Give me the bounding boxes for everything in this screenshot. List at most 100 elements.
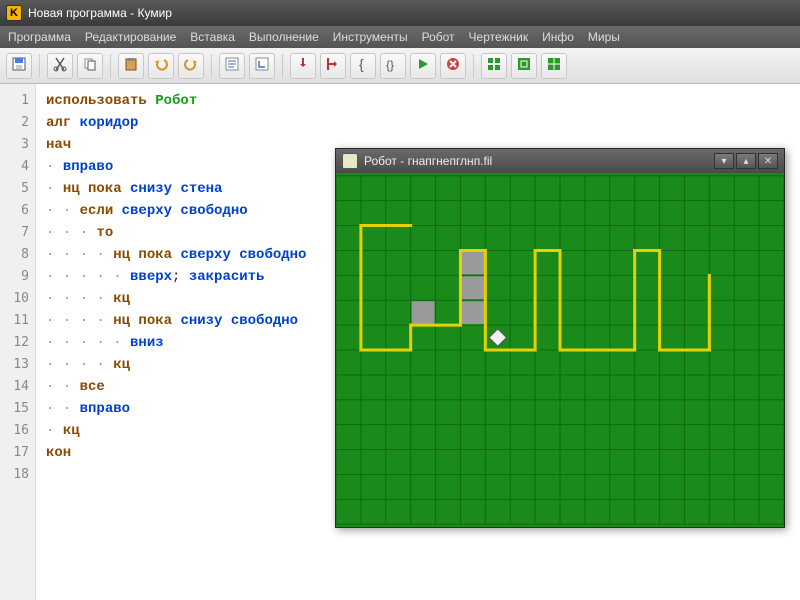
redo-button[interactable] bbox=[178, 53, 204, 79]
undo-icon bbox=[153, 56, 169, 75]
robot-field[interactable] bbox=[336, 173, 784, 527]
save-icon bbox=[11, 56, 27, 75]
copy-icon bbox=[82, 56, 98, 75]
menu-item[interactable]: Чертежник bbox=[469, 30, 529, 44]
code-token: нц пока bbox=[113, 313, 180, 329]
code-token: использовать bbox=[46, 93, 155, 109]
line-number: 4 bbox=[0, 156, 29, 178]
code-token: то bbox=[96, 225, 113, 241]
step-over-button[interactable] bbox=[320, 53, 346, 79]
code-token: · · bbox=[46, 379, 80, 395]
brace-pair-button[interactable]: {} bbox=[380, 53, 406, 79]
close-button[interactable]: ✕ bbox=[758, 153, 778, 169]
grid1-icon bbox=[486, 56, 502, 75]
menu-item[interactable]: Инструменты bbox=[333, 30, 408, 44]
code-token: · · bbox=[46, 401, 80, 417]
loop-button[interactable] bbox=[249, 53, 275, 79]
menu-item[interactable]: Миры bbox=[588, 30, 620, 44]
toolbar-separator bbox=[473, 54, 474, 78]
filled-cell bbox=[461, 301, 484, 324]
robot-window-titlebar[interactable]: ☺ Робот - гнапгнепглнп.fil ▾ ▴ ✕ bbox=[336, 149, 784, 173]
menu-item[interactable]: Выполнение bbox=[249, 30, 319, 44]
line-number: 9 bbox=[0, 266, 29, 288]
code-token: кон bbox=[46, 445, 71, 461]
cut-button[interactable] bbox=[47, 53, 73, 79]
menu-item[interactable]: Вставка bbox=[190, 30, 235, 44]
minimize-button[interactable]: ▾ bbox=[714, 153, 734, 169]
code-token: · bbox=[46, 181, 63, 197]
code-line[interactable]: алг коридор bbox=[46, 112, 792, 134]
menu-item[interactable]: Редактирование bbox=[85, 30, 176, 44]
code-token: · bbox=[46, 159, 63, 175]
code-token: снизу свободно bbox=[180, 313, 298, 329]
algorithm-icon bbox=[224, 56, 240, 75]
menu-item[interactable]: Инфо bbox=[542, 30, 574, 44]
code-token: кц bbox=[113, 291, 130, 307]
undo-button[interactable] bbox=[148, 53, 174, 79]
code-token: коридор bbox=[80, 115, 139, 131]
brace-pair-icon: {} bbox=[385, 56, 401, 75]
line-number: 16 bbox=[0, 420, 29, 442]
code-line[interactable]: использовать Робот bbox=[46, 90, 792, 112]
code-token: · · · · bbox=[46, 291, 113, 307]
code-token: · bbox=[46, 423, 63, 439]
code-token: Робот bbox=[155, 93, 197, 109]
code-token: сверху свободно bbox=[180, 247, 306, 263]
menu-item[interactable]: Программа bbox=[8, 30, 71, 44]
grid1-button[interactable] bbox=[481, 53, 507, 79]
line-number: 5 bbox=[0, 178, 29, 200]
filled-cell bbox=[461, 251, 484, 274]
line-number-gutter: 123456789101112131415161718 bbox=[0, 84, 36, 600]
line-number: 18 bbox=[0, 464, 29, 486]
code-token: нц пока bbox=[113, 247, 180, 263]
line-number: 3 bbox=[0, 134, 29, 156]
code-token: ; bbox=[172, 269, 189, 285]
toolbar-separator bbox=[211, 54, 212, 78]
grid2-icon bbox=[516, 56, 532, 75]
line-number: 6 bbox=[0, 200, 29, 222]
brace-open-button[interactable]: { bbox=[350, 53, 376, 79]
robot-marker bbox=[489, 329, 506, 346]
code-token: вверх bbox=[130, 269, 172, 285]
code-token: · · · bbox=[46, 225, 96, 241]
robot-window-title: Робот - гнапгнепглнп.fil bbox=[364, 154, 492, 168]
paste-button[interactable] bbox=[118, 53, 144, 79]
filled-cell bbox=[412, 301, 435, 324]
code-token: · · · · · bbox=[46, 335, 130, 351]
menu-item[interactable]: Робот bbox=[422, 30, 455, 44]
copy-button[interactable] bbox=[77, 53, 103, 79]
line-number: 12 bbox=[0, 332, 29, 354]
svg-text:{: { bbox=[359, 56, 364, 72]
robot-field-window[interactable]: ☺ Робот - гнапгнепглнп.fil ▾ ▴ ✕ bbox=[335, 148, 785, 528]
code-token: · · · · bbox=[46, 313, 113, 329]
line-number: 13 bbox=[0, 354, 29, 376]
code-token: вниз bbox=[130, 335, 164, 351]
line-number: 14 bbox=[0, 376, 29, 398]
save-button[interactable] bbox=[6, 53, 32, 79]
step-over-icon bbox=[325, 56, 341, 75]
stop-icon bbox=[445, 56, 461, 75]
step-into-button[interactable] bbox=[290, 53, 316, 79]
code-token: вправо bbox=[80, 401, 130, 417]
toolbar: { {} bbox=[0, 48, 800, 84]
maximize-button[interactable]: ▴ bbox=[736, 153, 756, 169]
redo-icon bbox=[183, 56, 199, 75]
filled-cell bbox=[461, 276, 484, 299]
line-number: 17 bbox=[0, 442, 29, 464]
app-icon: K bbox=[6, 5, 22, 21]
code-token: сверху свободно bbox=[122, 203, 248, 219]
stop-button[interactable] bbox=[440, 53, 466, 79]
grid2-button[interactable] bbox=[511, 53, 537, 79]
robot-window-icon: ☺ bbox=[342, 153, 358, 169]
toolbar-separator bbox=[110, 54, 111, 78]
grid3-button[interactable] bbox=[541, 53, 567, 79]
run-icon bbox=[415, 56, 431, 75]
algorithm-button[interactable] bbox=[219, 53, 245, 79]
menu-bar: Программа Редактирование Вставка Выполнение… bbox=[0, 26, 800, 48]
run-button[interactable] bbox=[410, 53, 436, 79]
toolbar-separator bbox=[39, 54, 40, 78]
code-token: · · · · bbox=[46, 357, 113, 373]
toolbar-separator bbox=[282, 54, 283, 78]
line-number: 15 bbox=[0, 398, 29, 420]
code-token: вправо bbox=[63, 159, 113, 175]
